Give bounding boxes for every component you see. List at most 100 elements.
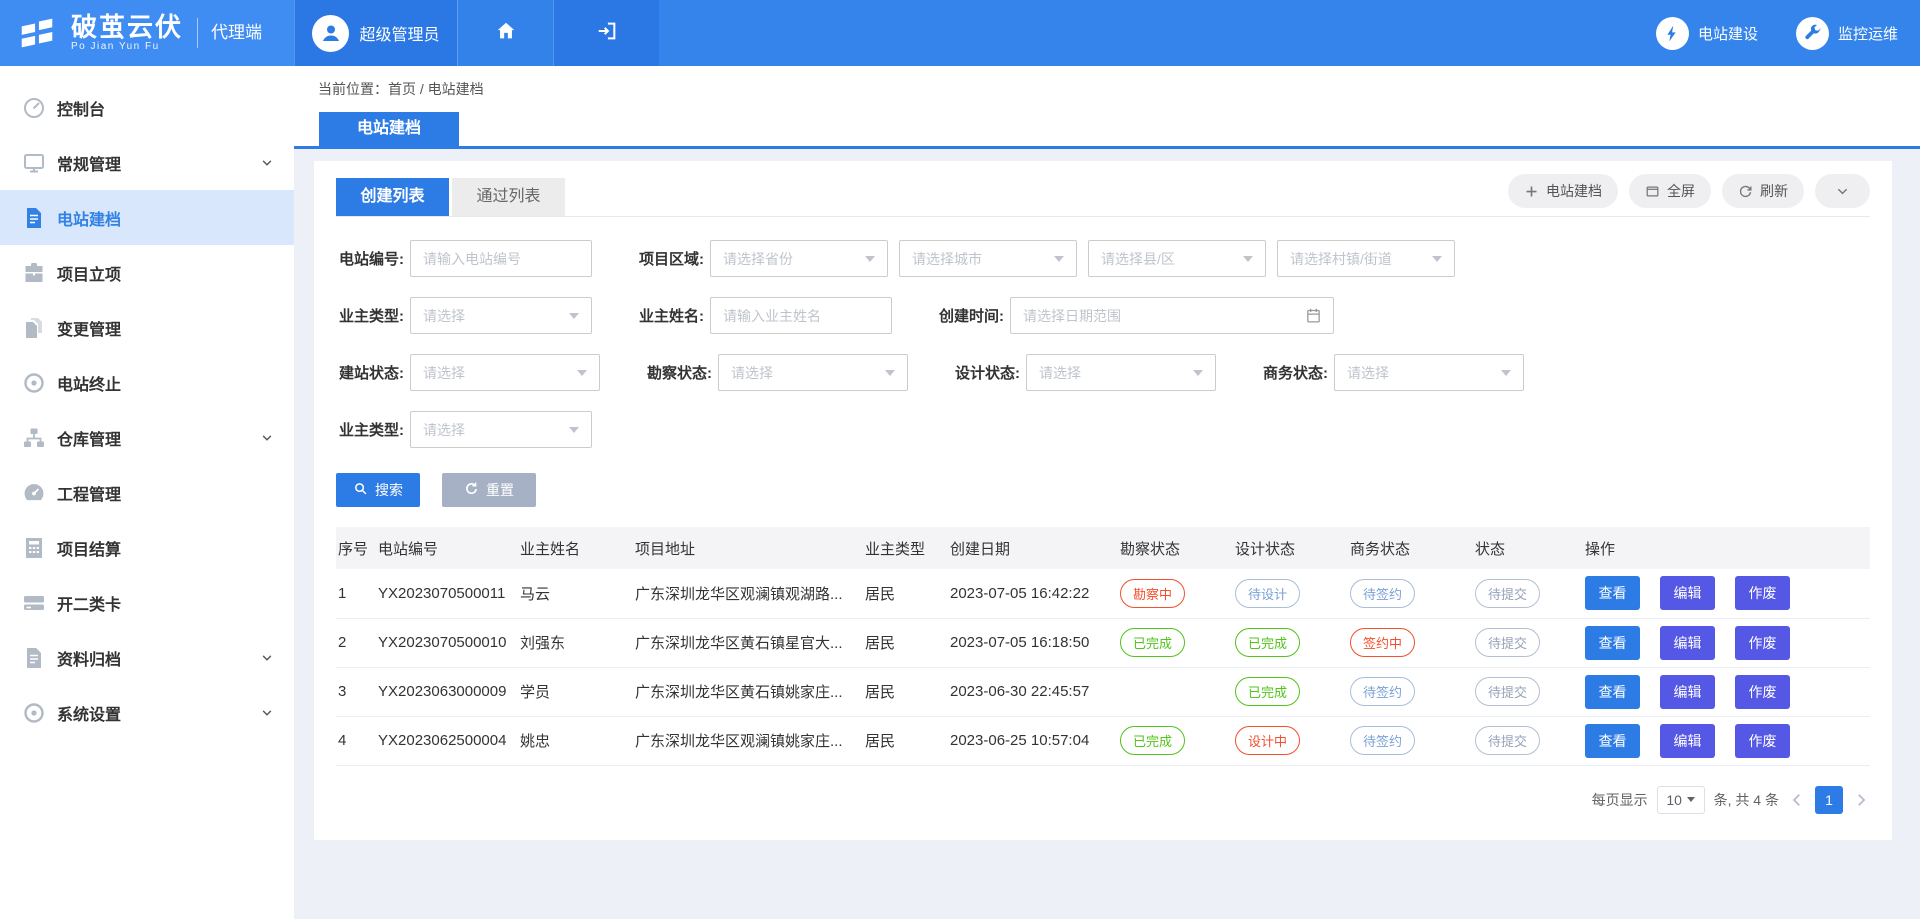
- sidebar-item-6[interactable]: 仓库管理: [0, 410, 294, 465]
- logout-icon: [596, 20, 618, 47]
- create-station-button[interactable]: 电站建档: [1508, 174, 1618, 208]
- cell-design-status: 设计中: [1233, 716, 1348, 765]
- cell-business-status: 待签约: [1348, 716, 1473, 765]
- cell-station-code: YX2023062500004: [376, 716, 518, 765]
- sidebar-item-11[interactable]: 系统设置: [0, 685, 294, 740]
- view-button[interactable]: 查看: [1585, 576, 1640, 610]
- design-status-select[interactable]: 请选择: [1026, 354, 1216, 391]
- prev-page-button[interactable]: [1788, 791, 1806, 809]
- void-button[interactable]: 作废: [1735, 576, 1790, 610]
- cell-status: 待提交: [1473, 618, 1583, 667]
- project-region-select-1[interactable]: 请选择城市: [899, 240, 1077, 277]
- caret-down-icon: [1243, 256, 1253, 262]
- sidebar-item-1[interactable]: 常规管理: [0, 135, 294, 190]
- search-button[interactable]: 搜索: [336, 473, 420, 507]
- sidebar-item-3[interactable]: 项目立项: [0, 245, 294, 300]
- per-page-select[interactable]: 10: [1657, 786, 1705, 814]
- total-count-text: 条, 共 4 条: [1714, 790, 1779, 810]
- create-time-range-input[interactable]: [1011, 308, 1305, 324]
- bolt-icon: [1656, 17, 1689, 50]
- status-badge: 待签约: [1350, 726, 1415, 755]
- sidebar-item-2[interactable]: 电站建档: [0, 190, 294, 245]
- home-button[interactable]: [457, 0, 553, 66]
- sidebar-item-label: 工程管理: [57, 481, 121, 505]
- topnav-bolt[interactable]: 电站建设: [1656, 17, 1758, 50]
- sidebar-item-0[interactable]: 控制台: [0, 80, 294, 135]
- view-button[interactable]: 查看: [1585, 675, 1640, 709]
- filter-field: 建站状态:请选择: [336, 354, 600, 391]
- owner-type-select-2[interactable]: 请选择: [410, 411, 592, 448]
- refresh-button[interactable]: 刷新: [1722, 174, 1804, 208]
- topnav-label: 电站建设: [1698, 23, 1758, 44]
- edit-button[interactable]: 编辑: [1660, 626, 1715, 660]
- cell-actions: 查看编辑作废: [1583, 569, 1870, 618]
- sidebar-item-10[interactable]: 资料归档: [0, 630, 294, 685]
- void-button[interactable]: 作废: [1735, 675, 1790, 709]
- topnav-wrench[interactable]: 监控运维: [1796, 17, 1898, 50]
- owner-type-select[interactable]: 请选择: [410, 297, 592, 334]
- reset-button[interactable]: 重置: [442, 473, 536, 507]
- filter-label: 商务状态:: [1260, 362, 1328, 383]
- edit-button[interactable]: 编辑: [1660, 724, 1715, 758]
- sidebar-item-5[interactable]: 电站终止: [0, 355, 294, 410]
- chevron-down-icon: [260, 431, 274, 445]
- edit-button[interactable]: 编辑: [1660, 675, 1715, 709]
- station-table: 序号电站编号业主姓名项目地址业主类型创建日期勘察状态设计状态商务状态状态操作 1…: [336, 527, 1870, 766]
- cell-owner-type: 居民: [863, 667, 948, 716]
- column-header-2: 业主姓名: [518, 527, 633, 569]
- sidebar-item-label: 项目立项: [57, 261, 121, 285]
- list-tab-1[interactable]: 通过列表: [452, 178, 565, 216]
- column-header-4: 业主类型: [863, 527, 948, 569]
- cell-status: 待提交: [1473, 667, 1583, 716]
- meter-icon: [22, 481, 46, 505]
- topnav-label: 监控运维: [1838, 23, 1898, 44]
- sidebar-item-4[interactable]: 变更管理: [0, 300, 294, 355]
- owner-name-input[interactable]: [711, 308, 891, 324]
- target-icon: [22, 701, 46, 725]
- search-icon: [353, 481, 368, 499]
- cell-survey-status: 勘察中: [1118, 569, 1233, 618]
- project-region-select-3[interactable]: 请选择村镇/街道: [1277, 240, 1455, 277]
- void-button[interactable]: 作废: [1735, 724, 1790, 758]
- project-region-select-0[interactable]: 请选择省份: [710, 240, 888, 277]
- view-button[interactable]: 查看: [1585, 626, 1640, 660]
- caret-down-icon: [1501, 370, 1511, 376]
- status-badge: 待提交: [1475, 726, 1540, 755]
- list-tab-0[interactable]: 创建列表: [336, 178, 449, 216]
- next-page-button[interactable]: [1852, 791, 1870, 809]
- chevron-down-icon: [260, 706, 274, 720]
- sidebar-item-9[interactable]: 开二类卡: [0, 575, 294, 630]
- logout-button[interactable]: [553, 0, 659, 66]
- sidebar-item-7[interactable]: 工程管理: [0, 465, 294, 520]
- filter-label: 电站编号:: [336, 248, 404, 269]
- page-number-button[interactable]: 1: [1815, 786, 1843, 814]
- build-status-select[interactable]: 请选择: [410, 354, 600, 391]
- fullscreen-button[interactable]: 全屏: [1629, 174, 1711, 208]
- station-code-input[interactable]: [411, 251, 591, 267]
- view-button[interactable]: 查看: [1585, 724, 1640, 758]
- cell-address: 广东深圳龙华区观澜镇观湖路...: [633, 569, 863, 618]
- filter-label: 设计状态:: [952, 362, 1020, 383]
- void-button[interactable]: 作废: [1735, 626, 1790, 660]
- column-header-5: 创建日期: [948, 527, 1118, 569]
- table-row-3: 4YX2023062500004姚忠广东深圳龙华区观澜镇姚家庄...居民2023…: [336, 716, 1870, 765]
- wrench-icon: [1796, 17, 1829, 50]
- collapse-button[interactable]: [1815, 174, 1870, 208]
- filter-actions: 搜索 重置: [336, 473, 1870, 507]
- sitemap-icon: [22, 426, 46, 450]
- refresh-icon: [1738, 184, 1753, 199]
- page-tab-station-archive[interactable]: 电站建档: [319, 112, 459, 146]
- sidebar-item-8[interactable]: 项目结算: [0, 520, 294, 575]
- edit-button[interactable]: 编辑: [1660, 576, 1715, 610]
- chevron-down-icon: [260, 156, 274, 170]
- project-region-select-2[interactable]: 请选择县/区: [1088, 240, 1266, 277]
- cell-no: 1: [336, 569, 376, 618]
- brand-text: 破茧云伏 Po Jian Yun Fu: [71, 14, 183, 52]
- filter-field: 电站编号:: [336, 240, 592, 277]
- monitor-icon: [22, 151, 46, 175]
- cell-created: 2023-06-30 22:45:57: [948, 667, 1118, 716]
- pagination: 每页显示 10 条, 共 4 条 1: [336, 786, 1870, 814]
- user-menu[interactable]: 超级管理员: [294, 0, 457, 66]
- survey-status-select[interactable]: 请选择: [718, 354, 908, 391]
- business-status-select[interactable]: 请选择: [1334, 354, 1524, 391]
